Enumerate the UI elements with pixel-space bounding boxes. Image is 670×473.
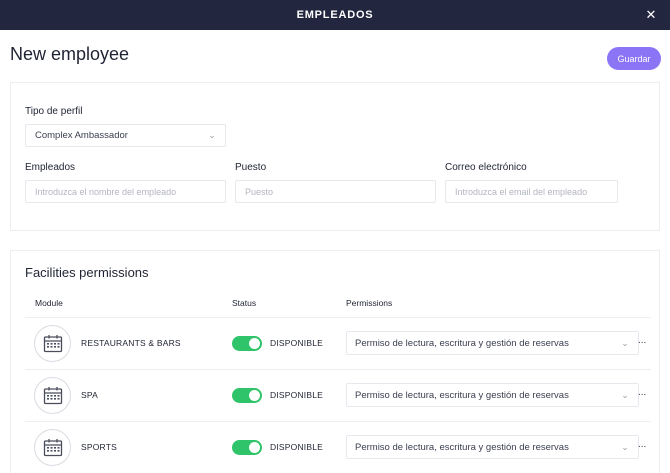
modal-title: EMPLEADOS bbox=[296, 9, 374, 21]
status-toggle[interactable] bbox=[232, 336, 262, 351]
toggle-knob bbox=[249, 442, 260, 453]
profile-type-value: Complex Ambassador bbox=[35, 130, 128, 141]
permissions-title: Facilities permissions bbox=[25, 265, 149, 280]
email-label: Correo electrónico bbox=[445, 162, 527, 173]
employee-name-field[interactable]: Introduzca el nombre del empleado bbox=[25, 180, 226, 203]
permission-select[interactable]: Permiso de lectura, escritura y gestión … bbox=[346, 331, 639, 355]
more-options-icon[interactable]: ... bbox=[638, 335, 646, 346]
profile-type-label: Tipo de perfil bbox=[25, 106, 83, 117]
close-icon[interactable]: ✕ bbox=[644, 8, 658, 22]
column-header-module: Module bbox=[35, 298, 63, 308]
module-name: SPORTS bbox=[81, 442, 117, 452]
chevron-down-icon: ⌄ bbox=[621, 338, 629, 348]
employee-name-placeholder: Introduzca el nombre del empleado bbox=[35, 186, 177, 197]
column-header-permissions: Permissions bbox=[346, 298, 393, 308]
status-label: DISPONIBLE bbox=[270, 338, 324, 348]
permission-select[interactable]: Permiso de lectura, escritura y gestión … bbox=[346, 383, 639, 407]
more-options-icon[interactable]: ... bbox=[638, 439, 646, 450]
chevron-down-icon: ⌄ bbox=[621, 390, 629, 400]
permissions-card: Facilities permissions Module Status Per… bbox=[10, 250, 660, 473]
save-button[interactable]: Guardar bbox=[607, 47, 661, 70]
status-label: DISPONIBLE bbox=[270, 442, 324, 452]
table-row: SPORTS DISPONIBLE Permiso de lectura, es… bbox=[25, 421, 651, 473]
calendar-icon bbox=[34, 377, 71, 414]
profile-card: Tipo de perfil Complex Ambassador ⌄ Empl… bbox=[10, 82, 660, 231]
status-toggle[interactable] bbox=[232, 440, 262, 455]
chevron-down-icon: ⌄ bbox=[208, 130, 216, 140]
modal-header: EMPLEADOS ✕ bbox=[0, 0, 670, 30]
toggle-knob bbox=[249, 338, 260, 349]
permission-value: Permiso de lectura, escritura y gestión … bbox=[355, 389, 569, 401]
toggle-knob bbox=[249, 390, 260, 401]
email-placeholder: Introduzca el email del empleado bbox=[455, 186, 588, 197]
chevron-down-icon: ⌄ bbox=[621, 442, 629, 452]
more-options-icon[interactable]: ... bbox=[638, 387, 646, 398]
position-field[interactable]: Puesto bbox=[235, 180, 436, 203]
table-row: SPA DISPONIBLE Permiso de lectura, escri… bbox=[25, 369, 651, 421]
permission-select[interactable]: Permiso de lectura, escritura y gestión … bbox=[346, 435, 639, 459]
permission-value: Permiso de lectura, escritura y gestión … bbox=[355, 337, 569, 349]
module-name: RESTAURANTS & BARS bbox=[81, 338, 181, 348]
page-title: New employee bbox=[10, 44, 130, 64]
column-header-status: Status bbox=[232, 298, 257, 308]
status-label: DISPONIBLE bbox=[270, 390, 324, 400]
module-name: SPA bbox=[81, 390, 98, 400]
table-row: RESTAURANTS & BARS DISPONIBLE Permiso de… bbox=[25, 317, 651, 369]
employee-label: Empleados bbox=[25, 162, 76, 173]
profile-type-select[interactable]: Complex Ambassador ⌄ bbox=[25, 124, 226, 147]
calendar-icon bbox=[34, 429, 71, 466]
status-toggle[interactable] bbox=[232, 388, 262, 403]
position-placeholder: Puesto bbox=[245, 186, 274, 197]
email-field[interactable]: Introduzca el email del empleado bbox=[445, 180, 618, 203]
permission-value: Permiso de lectura, escritura y gestión … bbox=[355, 441, 569, 453]
position-label: Puesto bbox=[235, 162, 267, 173]
calendar-icon bbox=[34, 325, 71, 362]
